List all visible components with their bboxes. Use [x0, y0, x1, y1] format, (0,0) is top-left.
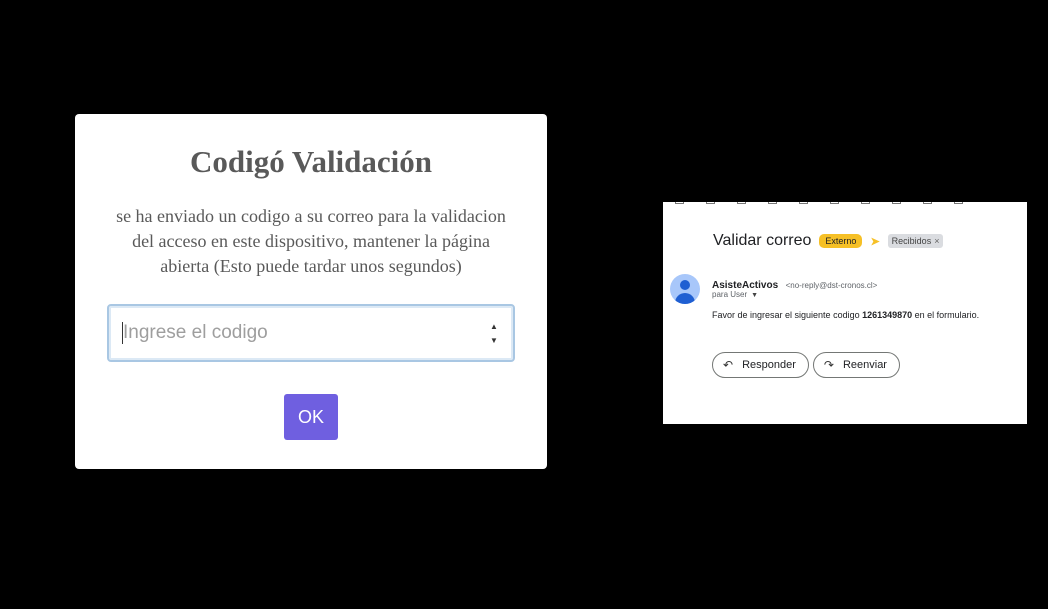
- label-recibidos-text: Recibidos: [891, 236, 932, 246]
- forward-label: Reenviar: [842, 359, 887, 371]
- toolbar-icon[interactable]: [768, 202, 777, 204]
- toolbar-icon[interactable]: [861, 202, 870, 204]
- email-panel: Validar correo Externo ➤ Recibidos × Asis…: [663, 202, 1027, 424]
- email-subject: Validar correo: [713, 232, 812, 249]
- toolbar-icon[interactable]: [737, 202, 746, 204]
- code-input-container[interactable]: ▲ ▼: [107, 304, 515, 362]
- email-body-prefix: Favor de ingresar el siguiente codigo: [712, 310, 863, 320]
- toolbar-icon[interactable]: [706, 202, 715, 204]
- forward-button[interactable]: ↷ Reenviar: [812, 352, 900, 378]
- email-subject-row: Validar correo Externo ➤ Recibidos ×: [713, 232, 944, 250]
- stepper-up-icon[interactable]: ▲: [490, 322, 498, 332]
- remove-label-icon[interactable]: ×: [934, 236, 939, 246]
- email-actions: ↶ Responder ↷ Reenviar: [712, 352, 900, 378]
- stepper-down-icon[interactable]: ▼: [490, 336, 498, 346]
- email-body: Favor de ingresar el siguiente codigo 12…: [712, 310, 979, 320]
- label-externo[interactable]: Externo: [819, 234, 863, 248]
- reply-button[interactable]: ↶ Responder: [712, 352, 809, 378]
- modal-message: se ha enviado un codigo a su correo para…: [116, 206, 506, 276]
- toolbar-icon[interactable]: [799, 202, 808, 204]
- forward-icon: ↷: [823, 358, 834, 372]
- avatar-icon[interactable]: [670, 274, 700, 304]
- toolbar-icon[interactable]: [892, 202, 901, 204]
- toolbar-icon[interactable]: [923, 202, 932, 204]
- modal-title: Codigó Validación: [189, 144, 433, 179]
- toolbar-icon[interactable]: [830, 202, 839, 204]
- label-recibidos[interactable]: Recibidos ×: [887, 234, 944, 248]
- label-arrow-icon: ➤: [870, 235, 880, 248]
- reply-label: Responder: [742, 359, 796, 371]
- toolbar-icon[interactable]: [954, 202, 963, 204]
- validation-modal: Codigó Validación se ha enviado un codig…: [75, 114, 547, 469]
- sender-email: <no-reply@dst-cronos.cl>: [785, 281, 878, 290]
- number-stepper[interactable]: ▲ ▼: [489, 322, 499, 346]
- toolbar-icon[interactable]: [675, 202, 684, 204]
- recipient-text: para User: [712, 290, 748, 299]
- reply-icon: ↶: [723, 358, 734, 372]
- email-body-suffix: en el formulario.: [912, 310, 980, 320]
- ok-button[interactable]: OK: [284, 394, 338, 440]
- recipient-row[interactable]: para User ▼: [712, 290, 758, 299]
- email-toolbar: [663, 202, 1027, 206]
- verification-code: 1261349870: [862, 310, 913, 320]
- code-input[interactable]: [123, 318, 463, 348]
- chevron-down-icon[interactable]: ▼: [751, 292, 758, 299]
